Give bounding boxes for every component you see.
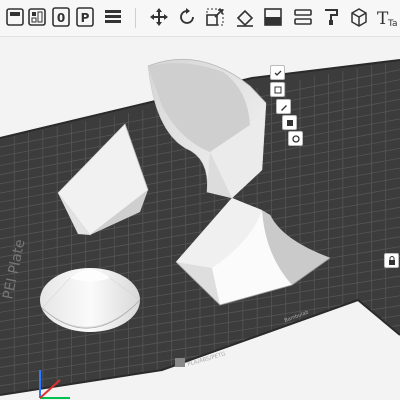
scale-icon[interactable]: [202, 4, 228, 30]
cone-model[interactable]: [40, 268, 141, 332]
3d-viewport[interactable]: PEI Plate PLA/ABS/PETG Bambulab: [0, 37, 400, 400]
build-plate-scene: PEI Plate PLA/ABS/PETG Bambulab: [0, 58, 400, 399]
split-icon[interactable]: [290, 4, 316, 30]
cube-view-icon[interactable]: [346, 4, 372, 30]
object-properties-icon[interactable]: [288, 131, 303, 146]
lay-on-face-icon[interactable]: [232, 4, 258, 30]
svg-text:P: P: [81, 11, 90, 25]
svg-text:Ta: Ta: [387, 19, 398, 28]
move-icon[interactable]: [146, 4, 172, 30]
svg-text:0: 0: [57, 11, 65, 25]
auto-orient-icon[interactable]: [282, 115, 297, 130]
support-paint-icon[interactable]: [318, 4, 344, 30]
placement-icon[interactable]: P: [72, 4, 98, 30]
rotate-icon[interactable]: [174, 4, 200, 30]
object-list-icon[interactable]: [270, 65, 285, 80]
layers-icon[interactable]: [100, 4, 126, 30]
plate-lock-icon[interactable]: [384, 253, 399, 268]
arrange-icon[interactable]: [24, 4, 50, 30]
text-icon[interactable]: T Ta: [374, 4, 400, 30]
edit-icon[interactable]: [276, 99, 291, 114]
object-settings-icon[interactable]: [270, 82, 285, 97]
top-toolbar: 0 P T Ta: [0, 0, 400, 37]
orient-icon[interactable]: 0: [48, 4, 74, 30]
plate-logo-icon: [175, 358, 185, 367]
toolbar-separator: [135, 8, 136, 28]
cut-icon[interactable]: [260, 4, 286, 30]
